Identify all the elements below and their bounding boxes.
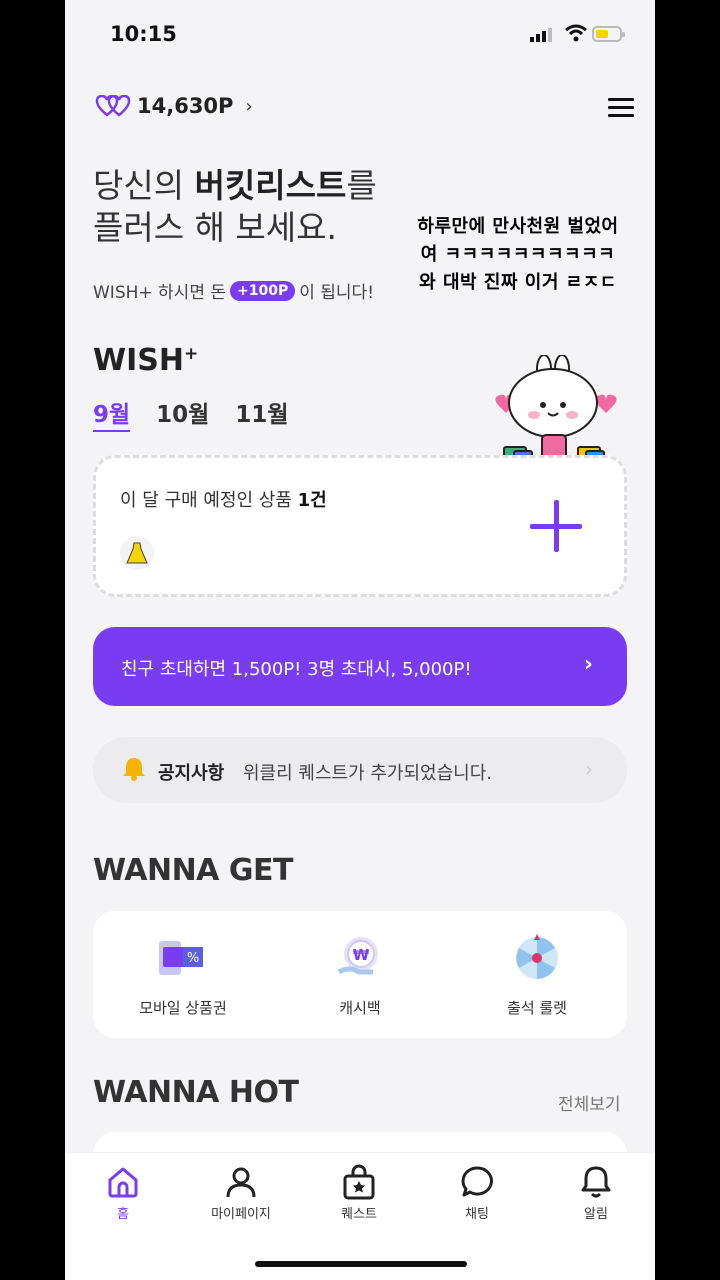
tab-label: 채팅 bbox=[465, 1207, 489, 1222]
caption-line: 와 대박 진짜 이거 ㄹㅈㄷ bbox=[419, 272, 617, 293]
invite-label: 친구 초대하면 1,500P! 3명 초대시, 5,000P! bbox=[121, 659, 472, 680]
wish-title-text: WISH bbox=[93, 343, 184, 378]
person-icon bbox=[196, 1163, 286, 1201]
notice-banner[interactable]: 공지사항 위클리 퀘스트가 추가되었습니다. › bbox=[93, 737, 627, 803]
wanna-get-card: % 모바일 상품권 ₩ 캐시백 출석 룰렛 bbox=[93, 911, 627, 1038]
bell-icon bbox=[551, 1163, 641, 1201]
chevron-right-icon: › bbox=[583, 652, 593, 677]
battery-icon bbox=[592, 26, 625, 42]
wanna-hot-title: WANNA HOT bbox=[93, 1075, 299, 1110]
wanna-get-item-cashback[interactable]: ₩ 캐시백 bbox=[290, 933, 430, 1018]
notice-message: 위클리 퀘스트가 추가되었습니다. bbox=[243, 763, 493, 784]
heart-w-logo-icon bbox=[95, 95, 131, 117]
month-tabs: 9월 10월 11월 bbox=[93, 395, 289, 432]
app-screen: 10:15 14,630P › 당신의 버킷리스트를 플러스 해 보세요. WI… bbox=[65, 0, 655, 1280]
wanna-get-item-roulette[interactable]: 출석 룰렛 bbox=[467, 933, 607, 1018]
wanna-get-label: 모바일 상품권 bbox=[139, 999, 227, 1017]
chevron-right-icon: › bbox=[585, 757, 593, 781]
svg-text:%: % bbox=[187, 951, 199, 966]
tab-label: 마이페이지 bbox=[211, 1207, 271, 1222]
home-indicator[interactable] bbox=[255, 1261, 467, 1267]
see-all-link[interactable]: 전체보기 bbox=[558, 1090, 621, 1115]
chat-icon bbox=[432, 1163, 522, 1201]
cashback-icon: ₩ bbox=[332, 933, 388, 983]
hamburger-icon[interactable] bbox=[608, 98, 634, 118]
hero-subline: WISH+ 하시면 돈 +100P 이 됩니다! bbox=[93, 278, 374, 303]
wish-card-count: 1건 bbox=[297, 490, 327, 511]
tab-month-9[interactable]: 9월 bbox=[93, 395, 131, 432]
tab-label: 홈 bbox=[117, 1207, 129, 1222]
tab-month-10[interactable]: 10월 bbox=[156, 395, 209, 432]
wish-card-text: 이 달 구매 예정인 상품 1건 bbox=[120, 486, 327, 512]
tab-home[interactable]: 홈 bbox=[78, 1163, 168, 1222]
bell-icon bbox=[121, 755, 147, 787]
tab-alerts[interactable]: 알림 bbox=[551, 1163, 641, 1222]
points-pill: +100P bbox=[230, 280, 296, 301]
notice-tag: 공지사항 bbox=[158, 763, 225, 784]
hero-line1-prefix: 당신의 bbox=[93, 166, 195, 205]
tab-label: 알림 bbox=[584, 1207, 608, 1222]
tab-label: 퀘스트 bbox=[341, 1207, 377, 1222]
hero-line1-bold: 버킷리스트 bbox=[194, 166, 347, 205]
points-link[interactable]: 14,630P › bbox=[95, 94, 253, 118]
tab-mypage[interactable]: 마이페이지 bbox=[196, 1163, 286, 1222]
home-icon bbox=[78, 1163, 168, 1201]
hero-sub-suffix: 이 됩니다! bbox=[299, 283, 375, 303]
caption-line: 여 ㅋㅋㅋㅋㅋㅋㅋㅋㅋㅋ bbox=[420, 244, 616, 265]
gift-card-icon: % bbox=[155, 933, 211, 983]
quest-bag-icon bbox=[314, 1163, 404, 1201]
points-value: 14,630P bbox=[137, 94, 234, 118]
caption-line: 하루만에 만사천원 벌었어 bbox=[417, 216, 619, 237]
tab-quest[interactable]: 퀘스트 bbox=[314, 1163, 404, 1222]
signal-icon bbox=[530, 28, 552, 42]
hero-line2: 플러스 해 보세요. bbox=[93, 208, 337, 247]
invite-banner[interactable]: 친구 초대하면 1,500P! 3명 초대시, 5,000P! › bbox=[93, 627, 627, 706]
wish-title: WISH+ bbox=[93, 343, 198, 378]
tab-chat[interactable]: 채팅 bbox=[432, 1163, 522, 1222]
hero-headline: 당신의 버킷리스트를 플러스 해 보세요. bbox=[93, 165, 377, 249]
wanna-get-label: 출석 룰렛 bbox=[507, 999, 567, 1017]
wanna-get-title: WANNA GET bbox=[93, 853, 293, 888]
hero-sub-prefix: WISH+ 하시면 돈 bbox=[93, 283, 227, 303]
dress-product-icon bbox=[120, 536, 154, 570]
wish-card-label: 이 달 구매 예정인 상품 bbox=[120, 490, 298, 511]
chevron-right-icon: › bbox=[245, 95, 253, 117]
wish-card[interactable]: 이 달 구매 예정인 상품 1건 bbox=[93, 455, 627, 597]
wifi-icon bbox=[565, 24, 587, 42]
hero-line1-suffix: 를 bbox=[346, 166, 377, 205]
add-wish-button[interactable] bbox=[528, 498, 584, 554]
roulette-icon bbox=[509, 933, 565, 983]
wish-title-sup: + bbox=[183, 344, 199, 364]
caption-overlay: 하루만에 만사천원 벌었어 여 ㅋㅋㅋㅋㅋㅋㅋㅋㅋㅋ 와 대박 진짜 이거 ㄹㅈ… bbox=[393, 213, 643, 297]
tab-month-11[interactable]: 11월 bbox=[235, 395, 288, 432]
svg-text:₩: ₩ bbox=[353, 946, 370, 964]
wanna-get-item-gift-card[interactable]: % 모바일 상품권 bbox=[113, 933, 253, 1018]
status-time: 10:15 bbox=[110, 22, 177, 46]
wanna-get-label: 캐시백 bbox=[339, 999, 381, 1017]
status-bar: 10:15 bbox=[65, 0, 655, 70]
